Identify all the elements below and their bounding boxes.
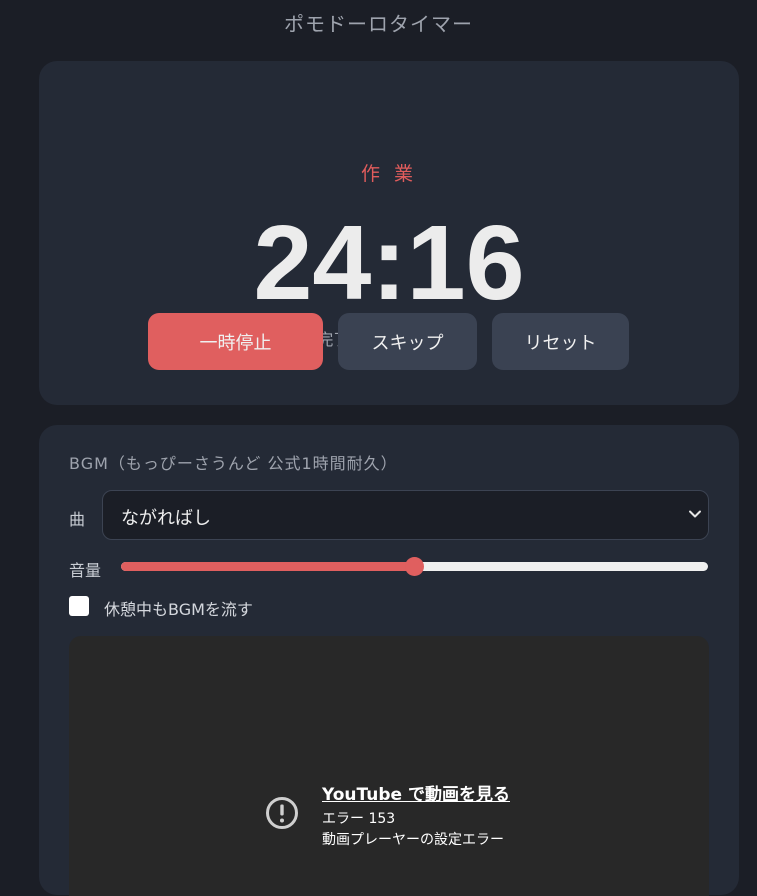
song-select[interactable]: ながればし xyxy=(102,490,709,540)
song-select-value: ながればし xyxy=(121,508,211,529)
error-circle-icon xyxy=(266,797,298,829)
chevron-down-icon xyxy=(689,510,701,518)
reset-button[interactable]: リセット xyxy=(492,313,629,370)
bgm-section-title: BGM（もっぴーさうんど 公式1時間耐久） xyxy=(69,454,398,473)
bgm-during-break-label: 休憩中もBGMを流す xyxy=(104,600,253,619)
volume-slider-fill xyxy=(121,562,415,571)
youtube-player[interactable] xyxy=(69,636,709,896)
song-label: 曲 xyxy=(69,510,86,529)
mode-label: 作 業 xyxy=(360,163,418,185)
volume-label: 音量 xyxy=(69,561,102,580)
skip-button[interactable]: スキップ xyxy=(338,313,477,370)
app-title: ポモドーロタイマー xyxy=(284,12,473,36)
error-code: エラー 153 xyxy=(322,811,396,827)
volume-slider[interactable] xyxy=(121,557,708,576)
timer-display: 24:16 xyxy=(253,204,525,322)
pause-button[interactable]: 一時停止 xyxy=(148,313,323,370)
volume-slider-thumb[interactable] xyxy=(404,557,424,576)
youtube-watch-link[interactable]: YouTube で動画を見る xyxy=(322,780,510,805)
bgm-during-break-checkbox[interactable] xyxy=(69,596,89,616)
error-message: 動画プレーヤーの設定エラー xyxy=(322,832,504,848)
